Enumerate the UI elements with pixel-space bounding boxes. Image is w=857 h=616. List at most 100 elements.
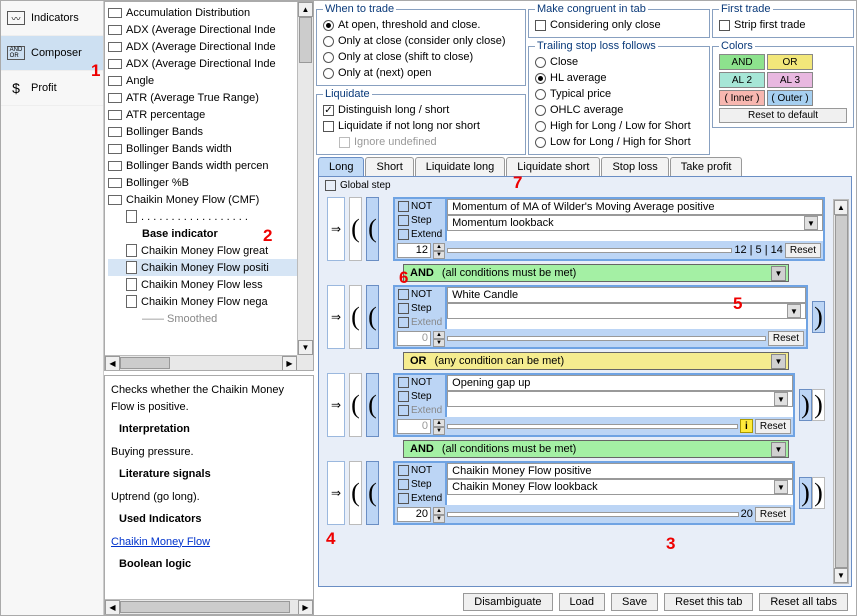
tree-item[interactable]: ATR (Average True Range) [108,89,310,106]
rule-number[interactable]: 0 [397,419,431,434]
disambiguate-button[interactable]: Disambiguate [463,593,552,611]
bracket-close-inner[interactable] [812,301,825,333]
rule-step[interactable]: Step [395,389,445,403]
reset-default-button[interactable]: Reset to default [719,108,847,123]
color-al2[interactable]: AL 2 [719,72,765,88]
rule-number[interactable]: 12 [397,243,431,258]
trail-radio-3[interactable]: OHLC average [535,102,703,118]
rule-text[interactable]: Chaikin Money Flow positive [447,463,793,479]
when-radio-1[interactable]: Only at close (consider only close) [323,33,519,49]
nav-composer[interactable]: ANDOR Composer [1,36,103,71]
rule-number[interactable]: 0 [397,331,431,346]
param-slider[interactable] [447,336,766,341]
trail-radio-2[interactable]: Typical price [535,86,703,102]
rule-text[interactable]: Opening gap up [447,375,793,391]
bracket-close-outer[interactable] [812,389,825,421]
spinner[interactable]: ▲▼ [433,243,445,258]
scroll-left-icon[interactable]: ◀ [105,356,120,371]
bracket-close-inner[interactable] [799,477,812,509]
scroll-thumb[interactable] [835,215,848,568]
logic-and-bar[interactable]: AND(all conditions must be met)▼ [403,440,789,458]
rule-number[interactable]: 20 [397,507,431,522]
info-icon[interactable]: i [740,419,753,433]
info-link[interactable]: Chaikin Money Flow [111,536,210,548]
rules-vscroll[interactable]: ▲ ▼ [833,199,849,584]
move-handle[interactable]: ⇒ [327,461,345,525]
scroll-down-icon[interactable]: ▼ [298,340,313,355]
scroll-thumb[interactable] [120,357,170,369]
info-hscroll[interactable]: ◀ ▶ [105,599,313,614]
move-handle[interactable]: ⇒ [327,373,345,437]
tree-item[interactable]: Bollinger Bands [108,123,310,140]
rule-select[interactable]: Chaikin Money Flow lookback▼ [447,479,793,495]
rule-select[interactable]: Momentum lookback▼ [447,215,823,231]
tab-stop-loss[interactable]: Stop loss [601,157,668,176]
param-slider[interactable] [447,512,739,517]
spinner[interactable]: ▲▼ [433,419,445,434]
bracket-open-inner[interactable] [366,197,379,261]
bracket-open-outer[interactable] [349,197,362,261]
spinner[interactable]: ▲▼ [433,331,445,346]
bracket-open-inner[interactable] [366,285,379,349]
when-radio-0[interactable]: At open, threshold and close. [323,17,519,33]
tree-item[interactable]: ADX (Average Directional Inde [108,38,310,55]
bracket-open-inner[interactable] [366,461,379,525]
nav-profit[interactable]: $ Profit [1,71,103,106]
tree-item-selected[interactable]: Chaikin Money Flow positi [108,259,310,276]
move-handle[interactable]: ⇒ [327,197,345,261]
color-al3[interactable]: AL 3 [767,72,813,88]
tree-item[interactable]: Accumulation Distribution [108,4,310,21]
color-outer[interactable]: ( Outer ) [767,90,813,106]
tree-item-cmf[interactable]: Chaikin Money Flow (CMF) [108,191,310,208]
tree-item[interactable]: Chaikin Money Flow great [108,242,310,259]
global-step-row[interactable]: Global step [319,177,851,194]
bracket-open-outer[interactable] [349,461,362,525]
rule-select[interactable]: ▼ [447,303,806,319]
scroll-down-icon[interactable]: ▼ [834,568,848,583]
logic-and-bar[interactable]: AND(all conditions must be met)▼ [403,264,789,282]
rule-step[interactable]: Step [395,301,445,315]
rule-not[interactable]: NOT [395,463,445,477]
tree-hscroll[interactable]: ◀ ▶ [105,355,297,370]
trail-radio-0[interactable]: Close [535,54,703,70]
load-button[interactable]: Load [559,593,605,611]
param-slider[interactable] [447,248,732,253]
rule-step[interactable]: Step [395,477,445,491]
tree-item[interactable]: Chaikin Money Flow nega [108,293,310,310]
scroll-right-icon[interactable]: ▶ [282,356,297,371]
color-or[interactable]: OR [767,54,813,70]
reset-all-button[interactable]: Reset all tabs [759,593,848,611]
bracket-close-inner[interactable] [799,389,812,421]
tree-item[interactable]: ADX (Average Directional Inde [108,55,310,72]
rule-reset-button[interactable]: Reset [785,243,821,258]
rule-reset-button[interactable]: Reset [755,419,791,434]
tab-liquidate-short[interactable]: Liquidate short [506,157,600,176]
trail-radio-5[interactable]: Low for Long / High for Short [535,134,703,150]
rule-text[interactable]: White Candle [447,287,806,303]
tree-item[interactable]: Bollinger Bands width percen [108,157,310,174]
tree-item[interactable]: ADX (Average Directional Inde [108,21,310,38]
tree-item[interactable]: Angle [108,72,310,89]
rule-extend[interactable]: Extend [395,227,445,241]
rule-not[interactable]: NOT [395,199,445,213]
rule-text[interactable]: Momentum of MA of Wilder's Moving Averag… [447,199,823,215]
when-radio-3[interactable]: Only at (next) open [323,65,519,81]
rule-reset-button[interactable]: Reset [768,331,804,346]
tree-item[interactable]: Chaikin Money Flow less [108,276,310,293]
liq-chk-1[interactable]: Distinguish long / short [323,102,519,118]
color-and[interactable]: AND [719,54,765,70]
rule-not[interactable]: NOT [395,375,445,389]
param-slider[interactable] [447,424,738,429]
tab-long[interactable]: Long [318,157,364,176]
rule-not[interactable]: NOT [395,287,445,301]
tree-item[interactable]: Bollinger Bands width [108,140,310,157]
color-inner[interactable]: ( Inner ) [719,90,765,106]
when-radio-2[interactable]: Only at close (shift to close) [323,49,519,65]
liq-chk-2[interactable]: Liquidate if not long nor short [323,118,519,134]
rule-extend[interactable]: Extend [395,491,445,505]
move-handle[interactable]: ⇒ [327,285,345,349]
rule-step[interactable]: Step [395,213,445,227]
tree-item[interactable]: ATR percentage [108,106,310,123]
scroll-right-icon[interactable]: ▶ [298,600,313,615]
tab-short[interactable]: Short [365,157,413,176]
